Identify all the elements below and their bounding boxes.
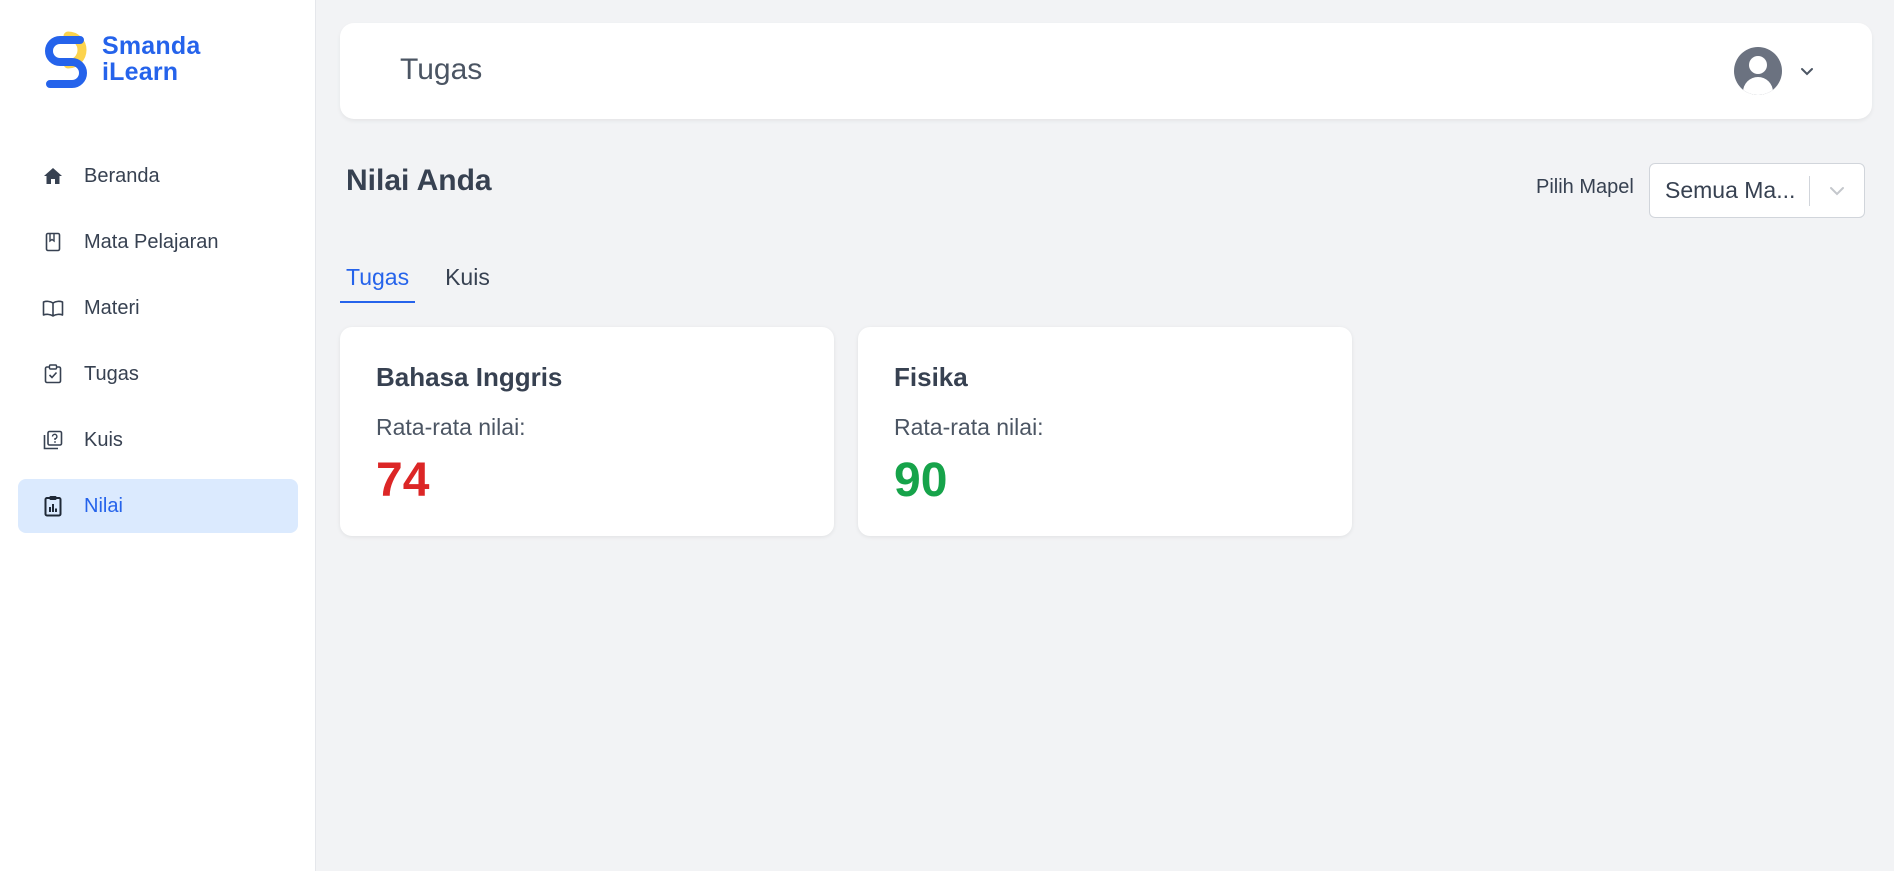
sidebar-item-mata-pelajaran[interactable]: Mata Pelajaran <box>18 215 298 269</box>
sidebar-item-label: Kuis <box>84 428 123 451</box>
select-value: Semua Ma... <box>1665 177 1796 203</box>
subject-select[interactable]: Semua Ma... <box>1649 163 1865 218</box>
sidebar-item-label: Mata Pelajaran <box>84 230 219 253</box>
sidebar-nav: Beranda Mata Pelajaran Materi Tugas Kuis… <box>18 149 298 545</box>
quiz-icon <box>42 429 64 451</box>
app-root: Smanda iLearn Beranda Mata Pelajaran Mat… <box>0 0 1894 871</box>
clipboard-chart-icon <box>42 495 64 517</box>
logo-line1: Smanda <box>102 32 201 60</box>
card-score: 90 <box>894 454 948 507</box>
book-icon <box>42 231 64 253</box>
sidebar-item-tugas[interactable]: Tugas <box>18 347 298 401</box>
score-card[interactable]: Bahasa Inggris Rata-rata nilai: 74 <box>340 327 834 536</box>
user-avatar-icon[interactable] <box>1734 47 1782 95</box>
sidebar-item-materi[interactable]: Materi <box>18 281 298 335</box>
top-bar: Tugas <box>340 23 1872 119</box>
logo-text: Smanda iLearn <box>102 33 200 85</box>
logo-icon <box>45 31 87 88</box>
logo-line2: iLearn <box>102 58 179 86</box>
card-subject: Fisika <box>894 362 968 392</box>
tab-kuis[interactable]: Kuis <box>439 260 496 303</box>
card-subject: Bahasa Inggris <box>376 362 563 392</box>
card-score: 74 <box>376 454 430 507</box>
sidebar-item-label: Nilai <box>84 494 123 517</box>
logo[interactable]: Smanda iLearn <box>38 30 200 88</box>
score-cards: Bahasa Inggris Rata-rata nilai: 74 Fisik… <box>340 327 1376 536</box>
card-label: Rata-rata nilai: <box>376 414 526 440</box>
chevron-down-icon[interactable] <box>1810 186 1864 196</box>
card-label: Rata-rata nilai: <box>894 414 1044 440</box>
sidebar-item-nilai[interactable]: Nilai <box>18 479 298 533</box>
chevron-down-icon[interactable] <box>1800 63 1814 81</box>
tabs: Tugas Kuis <box>340 260 520 303</box>
sidebar-item-kuis[interactable]: Kuis <box>18 413 298 467</box>
sidebar-item-beranda[interactable]: Beranda <box>18 149 298 203</box>
sidebar: Smanda iLearn Beranda Mata Pelajaran Mat… <box>0 0 316 871</box>
sidebar-item-label: Beranda <box>84 164 160 187</box>
score-card[interactable]: Fisika Rata-rata nilai: 90 <box>858 327 1352 536</box>
home-icon <box>42 165 64 187</box>
sidebar-item-label: Tugas <box>84 362 139 385</box>
open-book-icon <box>42 297 64 319</box>
page-title: Tugas <box>400 53 483 86</box>
sidebar-item-label: Materi <box>84 296 140 319</box>
section-title: Nilai Anda <box>346 164 492 197</box>
filter-label: Pilih Mapel <box>1536 176 1634 198</box>
clipboard-check-icon <box>42 363 64 385</box>
main-content: Tugas Nilai Anda Pilih Mapel Semua Ma...… <box>316 0 1894 871</box>
tab-tugas[interactable]: Tugas <box>340 260 416 303</box>
